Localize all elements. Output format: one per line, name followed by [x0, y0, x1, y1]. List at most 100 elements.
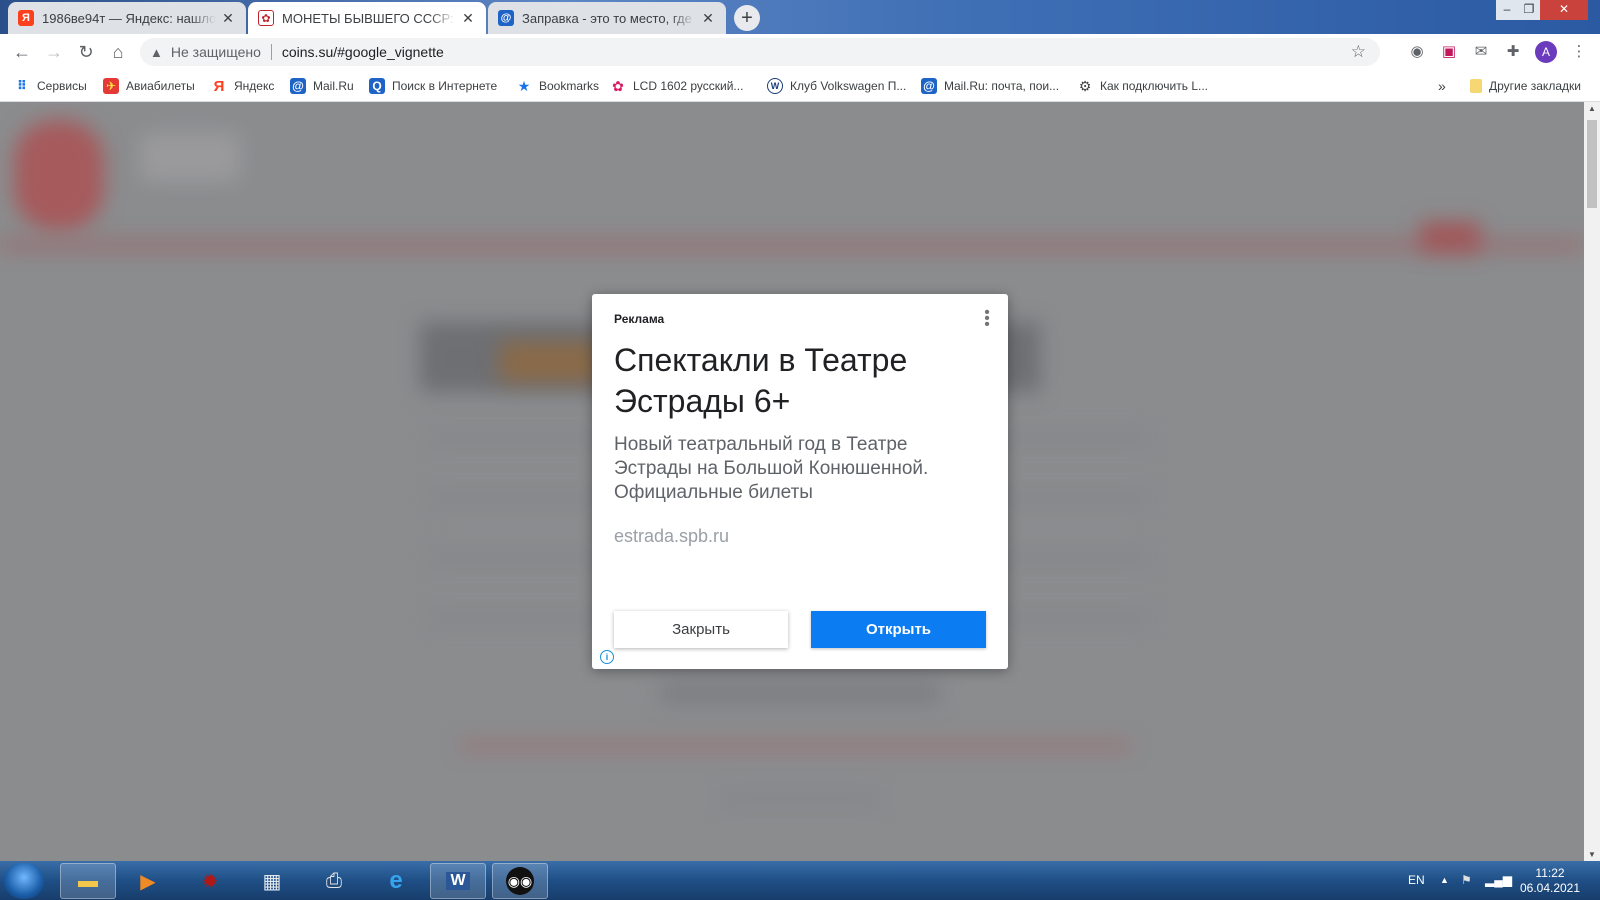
incognito-browser-taskbar-button[interactable]: ◉◉: [492, 863, 548, 899]
banner-image-blur: [500, 342, 600, 382]
volkswagen-icon: W: [767, 78, 783, 94]
tab-zapravka[interactable]: @ Заправка - это то место, где за ✕: [488, 2, 726, 34]
bookmark-howto[interactable]: ⚙ Как подключить L...: [1077, 76, 1208, 96]
ad-vignette-dialog: Реклама • • • Спектакли в Театре Эстрады 6…: [592, 294, 1008, 669]
explorer-taskbar-button[interactable]: ▬: [60, 863, 116, 899]
bookmark-label: Клуб Volkswagen П...: [790, 79, 907, 93]
bookmark-star-icon[interactable]: ☆: [1351, 42, 1366, 62]
scanner-taskbar-button[interactable]: ⎙: [306, 863, 362, 899]
bookmark-mailru[interactable]: @ Mail.Ru: [290, 76, 354, 96]
bookmark-volkswagen[interactable]: W Клуб Volkswagen П...: [767, 76, 906, 96]
ad-info-icon[interactable]: i: [600, 650, 614, 664]
bookmark-label: Mail.Ru: почта, пои...: [944, 79, 1060, 93]
word-icon: W: [446, 872, 470, 890]
site-logo-blur: [14, 120, 104, 230]
scroll-up-arrow-icon[interactable]: ▲: [1584, 104, 1600, 113]
url-text[interactable]: coins.su/#google_vignette: [282, 44, 444, 60]
play-icon: ▶: [140, 870, 156, 893]
taskbar: ▬ ▶ ✹ ▦ ⎙ e W ◉◉ EN ▲ ⚑ ▂▄▆ 11:22 06.04.…: [0, 861, 1600, 900]
mailru-icon: @: [498, 10, 514, 26]
red-text-blur: [460, 742, 1130, 750]
action-center-flag-icon[interactable]: ⚑: [1461, 873, 1472, 887]
minimize-button[interactable]: –: [1496, 0, 1518, 20]
text-line-blur: [660, 682, 940, 704]
ad-description[interactable]: Новый театральный год в Театре Эстрады н…: [614, 433, 984, 505]
puzzle-extensions-icon[interactable]: ✚: [1503, 42, 1523, 62]
bookmark-label: LCD 1602 русский...: [633, 79, 744, 93]
mailru-icon: @: [290, 78, 306, 94]
scroll-down-arrow-icon[interactable]: ▼: [1584, 850, 1600, 859]
bookmark-avia[interactable]: ✈ Авиабилеты: [103, 76, 195, 96]
more-options-icon[interactable]: • • •: [984, 305, 990, 333]
bookmark-lcd[interactable]: ✿ LCD 1602 русский...: [610, 76, 743, 96]
reload-icon[interactable]: ↻: [74, 40, 98, 64]
media-player-taskbar-button[interactable]: ▶: [120, 863, 176, 899]
address-bar[interactable]: ▲ Не защищено coins.su/#google_vignette …: [140, 38, 1380, 66]
window-close-button[interactable]: ✕: [1540, 0, 1588, 20]
close-icon[interactable]: ✕: [220, 10, 236, 27]
other-bookmarks[interactable]: Другие закладки: [1470, 76, 1581, 96]
yandex-icon: Я: [18, 10, 34, 26]
folder-icon: [1470, 79, 1482, 93]
bookmark-label: Mail.Ru: [313, 79, 354, 93]
ad-label: Реклама: [614, 312, 665, 326]
tab-strip: Я 1986ве94т — Яндекс: нашлось 5 ✕ ✿ МОНЕ…: [0, 0, 1600, 34]
back-arrow-icon[interactable]: ←: [10, 40, 34, 64]
new-tab-button[interactable]: +: [734, 5, 760, 31]
ad-headline[interactable]: Спектакли в Театре Эстрады 6+: [614, 340, 984, 422]
close-ad-button[interactable]: Закрыть: [614, 611, 788, 648]
bookmark-label: Авиабилеты: [126, 79, 195, 93]
word-taskbar-button[interactable]: W: [430, 863, 486, 899]
clock-date: 06.04.2021: [1519, 881, 1581, 895]
bookmark-mailru-mail[interactable]: @ Mail.Ru: почта, пои...: [921, 76, 1059, 96]
nav-bar-blur: [0, 240, 1584, 250]
close-icon[interactable]: ✕: [700, 10, 716, 27]
warning-icon[interactable]: ▲: [150, 45, 163, 60]
scrollbar-thumb[interactable]: [1587, 120, 1597, 208]
lcd-icon: ✿: [612, 77, 624, 94]
tab-yandex-search[interactable]: Я 1986ве94т — Яндекс: нашлось 5 ✕: [8, 2, 246, 34]
bookmark-yandex[interactable]: Я Яндекс: [211, 76, 275, 96]
show-hidden-icons-arrow-icon[interactable]: ▲: [1440, 875, 1449, 885]
profile-avatar[interactable]: A: [1535, 41, 1557, 63]
network-signal-icon[interactable]: ▂▄▆: [1485, 873, 1512, 887]
system-clock[interactable]: 11:22 06.04.2021: [1510, 866, 1590, 896]
home-icon[interactable]: ⌂: [106, 40, 130, 64]
mailru-icon: @: [921, 78, 937, 94]
close-icon[interactable]: ✕: [460, 10, 476, 27]
bookmark-bookmarks[interactable]: ★ Bookmarks: [516, 76, 599, 96]
maximize-button[interactable]: ❐: [1518, 0, 1540, 20]
calculator-icon: ▦: [262, 870, 282, 893]
menu-kebab-icon[interactable]: ⋮: [1569, 42, 1589, 62]
text-line-blur: [720, 792, 880, 806]
open-ad-button[interactable]: Открыть: [811, 611, 986, 648]
calculator-taskbar-button[interactable]: ▦: [244, 863, 300, 899]
tab-title: 1986ве94т — Яндекс: нашлось 5: [42, 10, 216, 26]
wifi-extension-icon[interactable]: ◉: [1407, 42, 1427, 62]
bookmark-label: Как подключить L...: [1100, 79, 1208, 93]
internet-explorer-taskbar-button[interactable]: e: [368, 863, 424, 899]
search-icon: Q: [369, 78, 385, 94]
tab-title: МОНЕТЫ БЫВШЕГО СССР: цен: [282, 10, 456, 26]
tab-coins[interactable]: ✿ МОНЕТЫ БЫВШЕГО СССР: цен ✕: [248, 2, 486, 34]
ad-domain[interactable]: estrada.spb.ru: [614, 526, 729, 547]
page-scrollbar[interactable]: ▲ ▼: [1584, 102, 1600, 861]
site-title-blur: [140, 132, 240, 182]
bookmark-label: Другие закладки: [1489, 79, 1581, 93]
start-button[interactable]: [4, 863, 44, 899]
forward-arrow-icon[interactable]: →: [42, 40, 66, 64]
bookmark-label: Bookmarks: [539, 79, 600, 93]
mail-extension-icon[interactable]: ✉: [1471, 42, 1491, 62]
incognito-icon: ◉◉: [506, 867, 534, 895]
internet-explorer-icon: e: [389, 867, 403, 894]
bookmark-services[interactable]: ⠿ Сервисы: [14, 76, 87, 96]
pocket-extension-icon[interactable]: ▣: [1439, 42, 1459, 62]
security-status[interactable]: Не защищено: [171, 44, 261, 60]
language-indicator[interactable]: EN: [1408, 873, 1425, 887]
tab-title: Заправка - это то место, где за: [522, 10, 696, 26]
bookmark-search[interactable]: Q Поиск в Интернете: [369, 76, 497, 96]
bookmarks-bar: ⠿ Сервисы ✈ Авиабилеты Я Яндекс @ Mail.R…: [0, 70, 1600, 102]
bug-app-taskbar-button[interactable]: ✹: [182, 863, 238, 899]
bookmarks-overflow-button[interactable]: »: [1438, 76, 1446, 96]
star-icon: ★: [517, 77, 531, 94]
